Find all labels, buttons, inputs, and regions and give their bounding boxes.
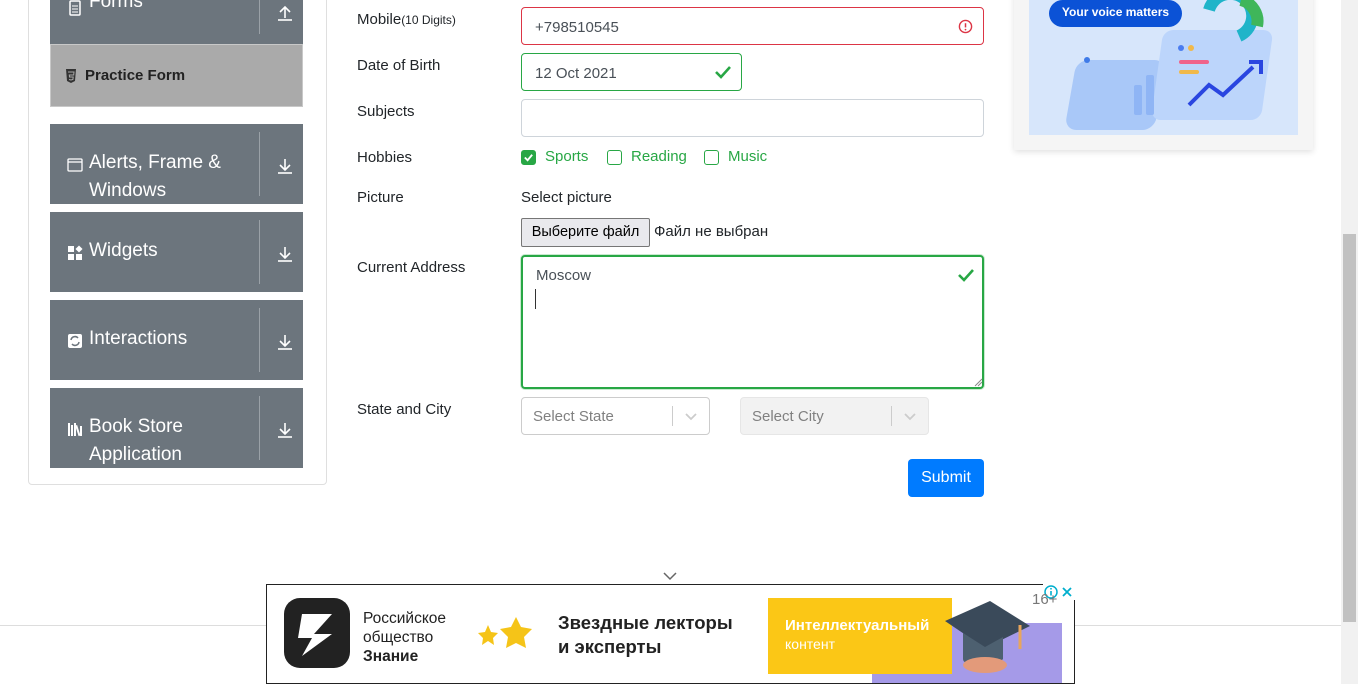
ad-org-name: Российское общество Знание [363,609,446,666]
checkmark-icon [524,154,533,162]
html5-icon [66,69,76,83]
chevron-down-icon[interactable] [902,408,918,424]
divider [259,396,260,460]
city-placeholder: Select City [752,408,824,425]
chevron-down-icon[interactable] [662,571,678,581]
select-separator [891,406,892,426]
select-picture-text: Select picture [521,189,612,206]
arrow-up-icon[interactable] [276,4,294,22]
state-placeholder: Select State [533,408,614,425]
divider [259,308,260,372]
dob-input[interactable]: 12 Oct 2021 [521,53,742,91]
divider [259,132,260,196]
address-textarea[interactable]: Moscow [521,255,984,389]
sidebar-item-practice-form[interactable]: Practice Form [50,44,303,107]
close-icon[interactable] [1060,585,1074,599]
ad-cta: Интеллектуальный контент [785,616,929,654]
submit-button[interactable]: Submit [908,459,984,497]
stars-icon [478,617,532,648]
scrollbar-thumb[interactable] [1343,234,1356,622]
ad-headline-line1: Звездные лекторы [558,612,733,633]
sidebar-item-label: Practice Form [85,67,186,84]
arrow-down-icon[interactable] [276,421,294,439]
dob-label: Date of Birth [357,57,441,74]
mobile-hint: (10 Digits) [401,13,456,27]
divider [259,220,260,284]
address-label: Current Address [357,259,466,276]
sidebar-group-widgets[interactable]: Widgets [50,212,303,292]
ad-age-rating: 16+ [1032,591,1058,608]
znanie-logo-icon [284,598,350,668]
sports-label[interactable]: Sports [545,148,588,165]
arrow-down-icon[interactable] [276,157,294,175]
state-select[interactable]: Select State [521,397,710,435]
reading-checkbox[interactable] [607,150,622,165]
address-value: Moscow [536,267,592,284]
music-checkbox[interactable] [704,150,719,165]
sidebar-group-label: Widgets [89,240,158,261]
mobile-label-text: Mobile [357,11,402,28]
subjects-input[interactable] [521,99,984,137]
sidebar-group-label: Book Store [89,416,183,437]
ad-headline: Звездные лекторы и эксперты [558,611,733,659]
mobile-input[interactable]: +798510545 [521,7,984,45]
sidebar-group-forms[interactable]: Forms [50,0,303,44]
ad-org-line2: общество [363,629,434,646]
picture-label: Picture [357,189,404,206]
file-status: Файл не выбран [654,223,769,240]
choose-file-button[interactable]: Выберите файл [521,218,650,247]
widgets-icon [68,245,83,260]
select-separator [672,406,673,426]
sidebar-group-alerts[interactable]: Alerts, Frame & Windows [50,124,303,204]
mobile-label: Mobile(10 Digits) [357,11,456,28]
text-cursor [535,289,536,309]
subjects-label: Subjects [357,103,415,120]
mobile-value: +798510545 [535,19,619,36]
ad-headline-line2: и эксперты [558,636,662,657]
sidebar-group-label-line2: Windows [89,180,167,201]
music-label[interactable]: Music [728,148,767,165]
page: Forms Practice Form Alerts, Frame & Wind… [0,0,1358,684]
sidebar-group-interactions[interactable]: Interactions [50,300,303,380]
arrow-down-icon[interactable] [276,333,294,351]
browser-window-icon [67,158,83,172]
state-city-label: State and City [357,401,452,418]
check-icon [958,269,974,282]
dob-value: 12 Oct 2021 [535,65,617,82]
form-icon [69,0,81,16]
sidebar-group-label: Interactions [89,328,188,349]
sidebar-group-label: Alerts, Frame & [89,152,221,173]
books-icon [68,423,82,437]
ad-org-line3: Знание [363,648,419,665]
bottom-ad[interactable]: Российское общество Знание Звездные лект… [266,584,1075,684]
reading-label[interactable]: Reading [631,148,687,165]
ad-pill[interactable]: Your voice matters [1049,0,1182,27]
interactions-icon [68,334,82,348]
error-icon [958,19,973,34]
resize-handle-icon[interactable] [973,377,983,387]
sports-checkbox[interactable] [521,150,536,165]
ad-cta-line1: Интеллектуальный [785,617,930,634]
chevron-down-icon[interactable] [683,408,699,424]
sidebar-group-label: Forms [89,0,143,12]
ad-cta-line2: контент [785,636,835,652]
divider [259,0,260,34]
check-icon [715,66,731,79]
sidebar-group-book-store[interactable]: Book Store Application [50,388,303,468]
hobbies-label: Hobbies [357,149,413,166]
sidebar-group-label-line2: Application [89,444,182,465]
ad-org-line1: Российское [363,610,447,627]
graduation-cap-icon [945,601,1030,673]
city-select[interactable]: Select City [740,397,929,435]
arrow-down-icon[interactable] [276,245,294,263]
